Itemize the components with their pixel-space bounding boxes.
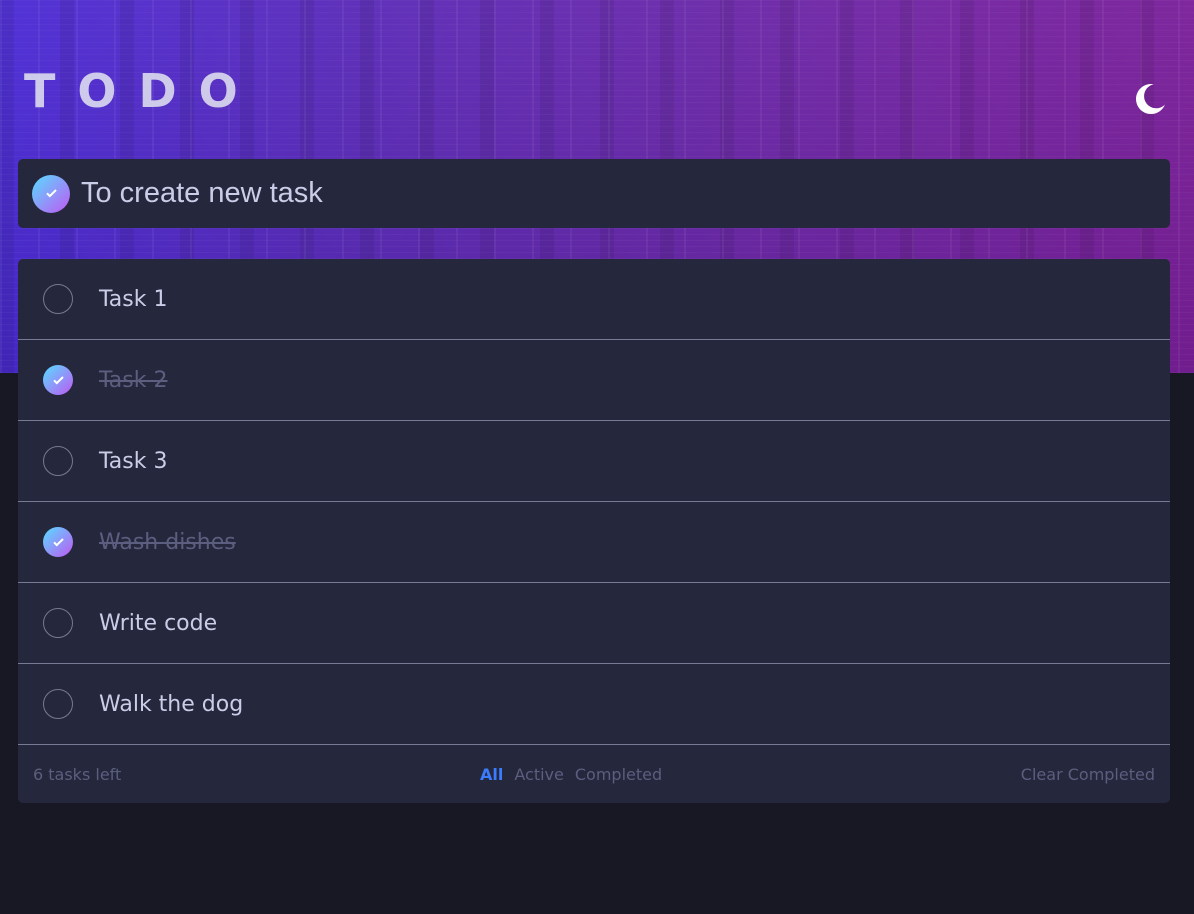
filter-all[interactable]: All [480, 765, 503, 784]
task-label: Wash dishes [99, 529, 236, 555]
app-title: TODO [24, 64, 260, 118]
task-checkbox[interactable] [43, 689, 73, 719]
new-task-bar [18, 159, 1170, 228]
filter-group: All Active Completed [480, 765, 662, 784]
moon-icon [1136, 84, 1165, 114]
task-list: Task 1 Task 2 Task 3 Wash dishes Write c… [18, 259, 1170, 803]
task-item[interactable]: Task 2 [18, 340, 1170, 421]
task-item[interactable]: Task 3 [18, 421, 1170, 502]
task-label: Walk the dog [99, 691, 244, 717]
task-label: Task 1 [99, 286, 168, 312]
task-item[interactable]: Walk the dog [18, 664, 1170, 745]
task-checkbox[interactable] [43, 365, 73, 395]
check-icon [52, 375, 64, 385]
task-checkbox[interactable] [43, 608, 73, 638]
task-checkbox[interactable] [43, 527, 73, 557]
clear-completed-button[interactable]: Clear Completed [1021, 765, 1155, 784]
task-checkbox[interactable] [43, 446, 73, 476]
filter-active[interactable]: Active [514, 765, 564, 784]
task-item[interactable]: Task 1 [18, 259, 1170, 340]
task-label: Write code [99, 610, 218, 636]
theme-toggle-button[interactable] [1136, 84, 1166, 114]
task-label: Task 2 [99, 367, 168, 393]
add-task-button[interactable] [32, 174, 70, 213]
items-left-count: 6 tasks left [33, 765, 122, 784]
check-icon [52, 537, 64, 547]
task-item[interactable]: Wash dishes [18, 502, 1170, 583]
new-task-input[interactable] [81, 177, 1141, 210]
task-checkbox[interactable] [43, 284, 73, 314]
filter-completed[interactable]: Completed [575, 765, 662, 784]
task-item[interactable]: Write code [18, 583, 1170, 664]
list-footer: 6 tasks left All Active Completed Clear … [18, 745, 1170, 803]
check-icon [45, 189, 57, 198]
task-label: Task 3 [99, 448, 168, 474]
